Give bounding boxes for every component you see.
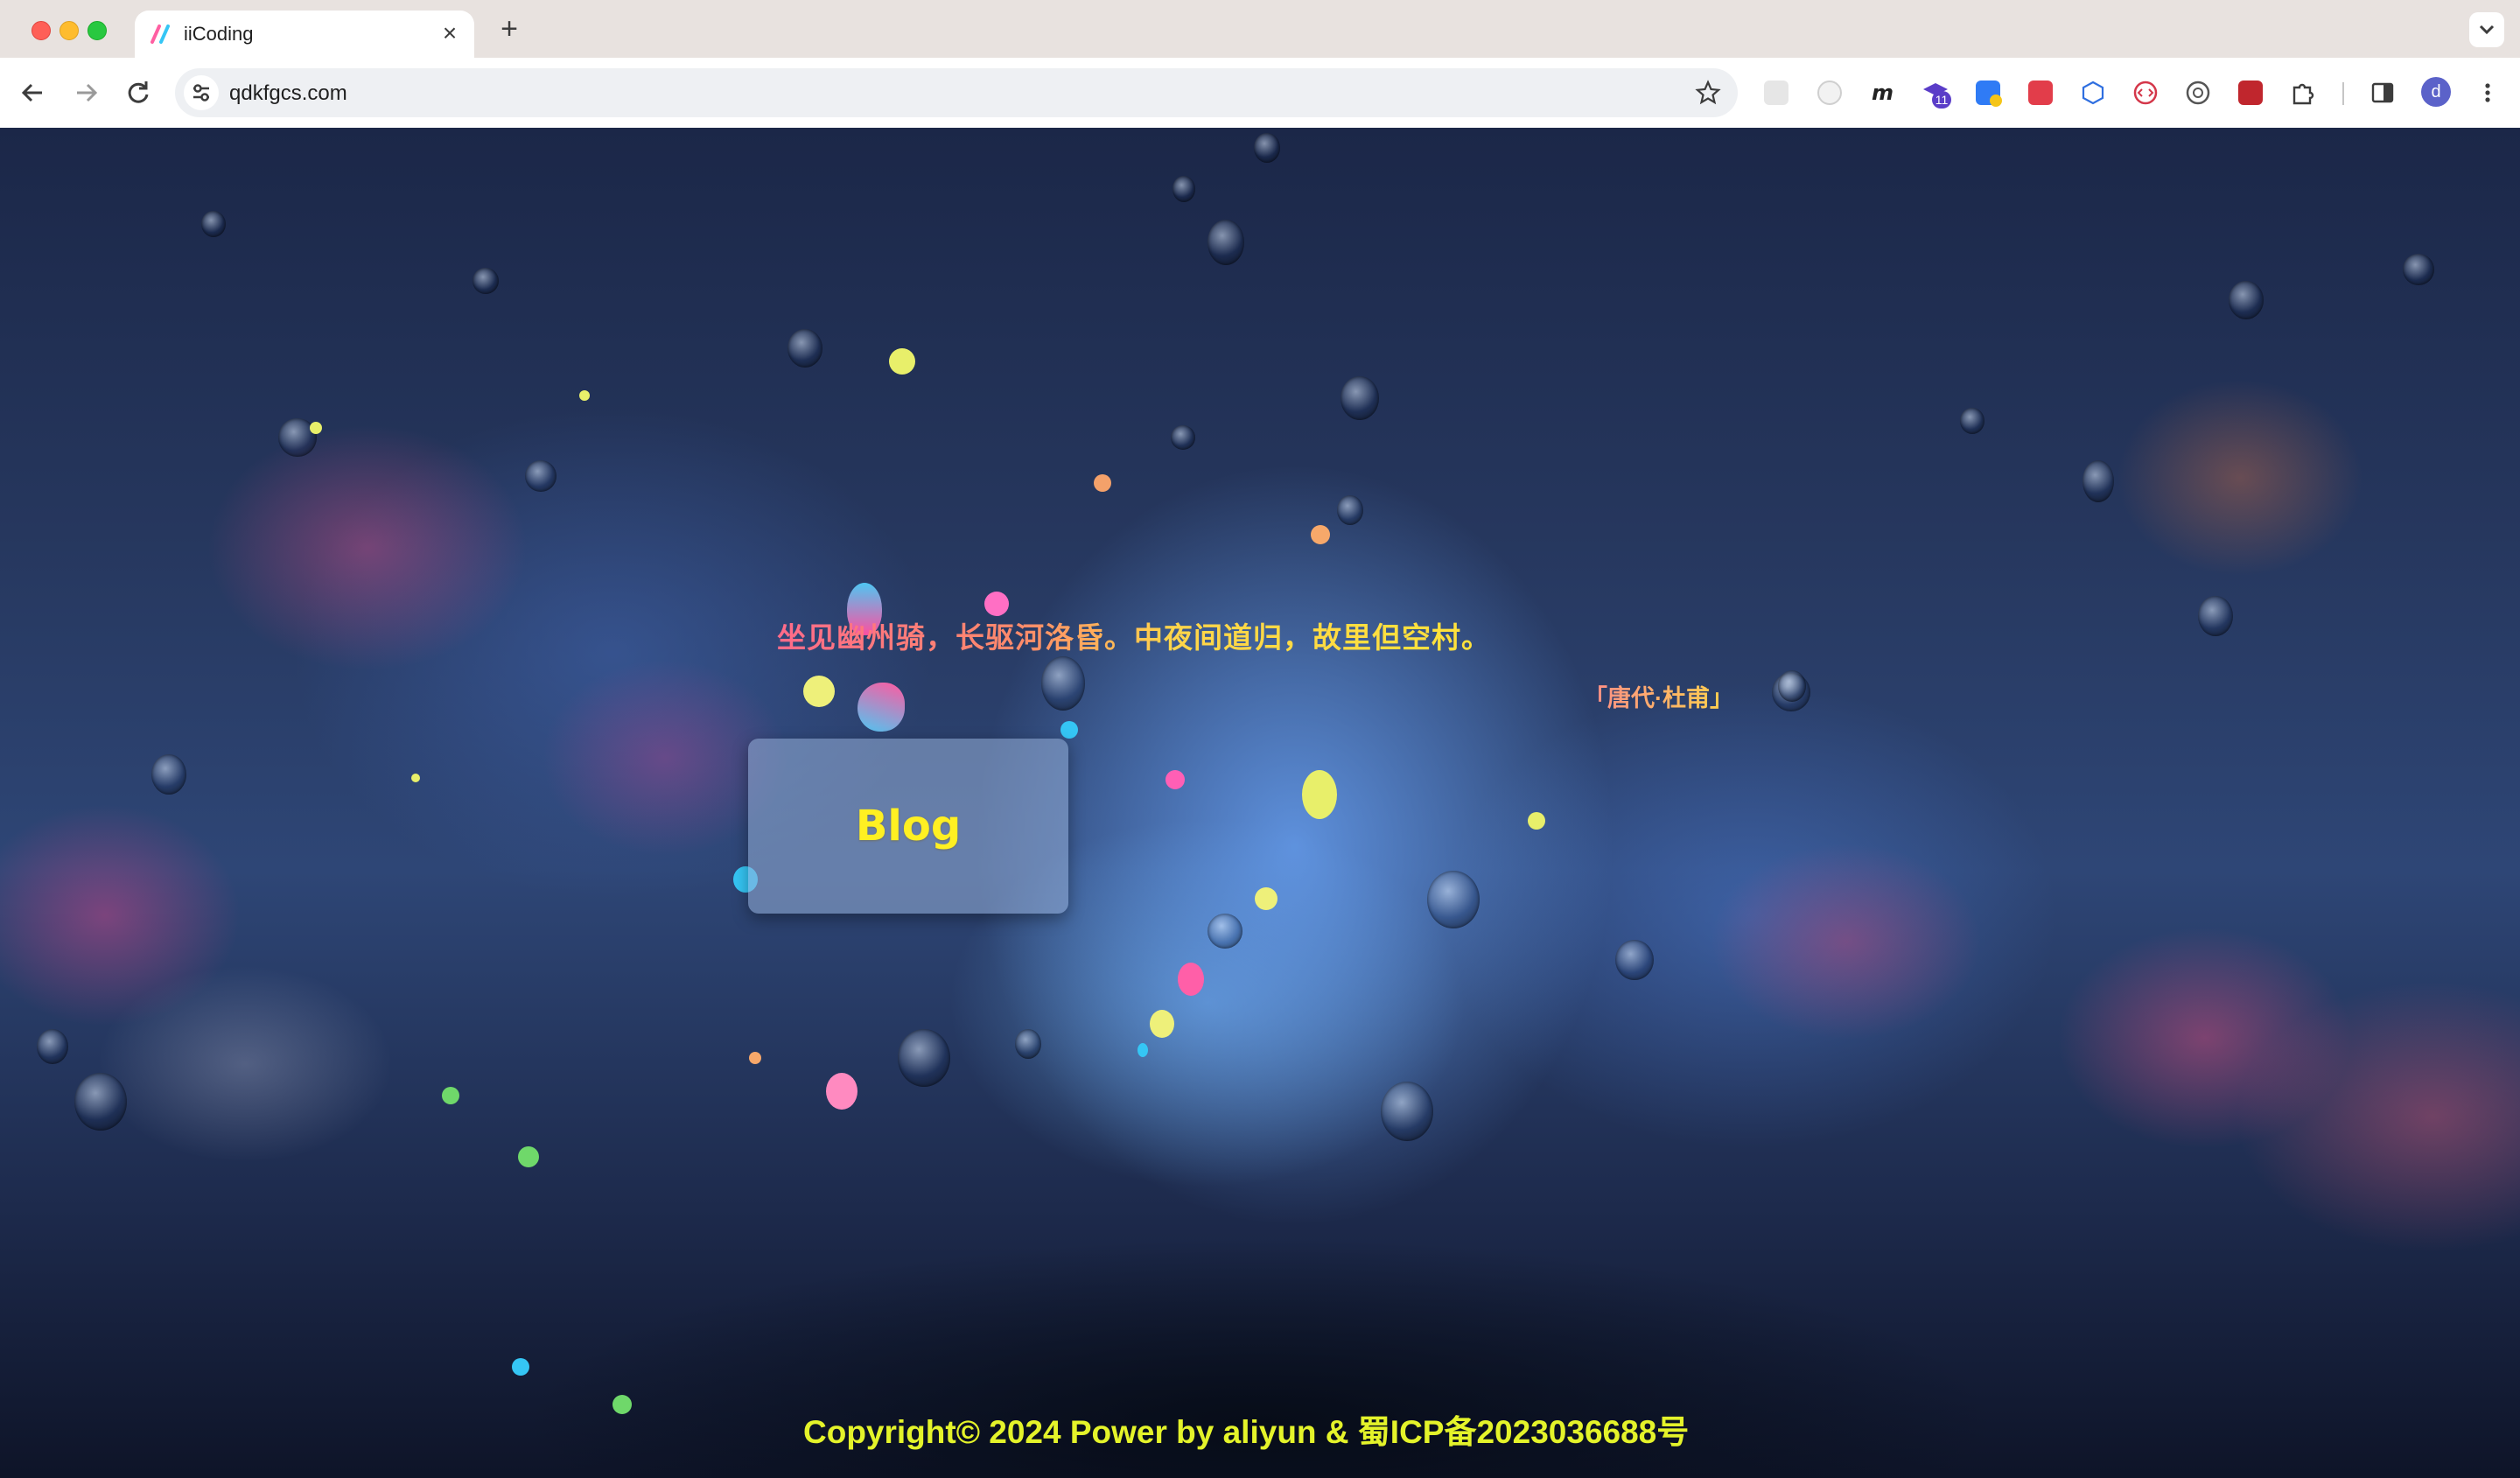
particle-dot — [984, 592, 1009, 616]
particle-dot — [1178, 963, 1204, 996]
particle-dot — [1311, 525, 1330, 544]
site-info-button[interactable] — [184, 75, 219, 110]
copyright-footer[interactable]: Copyright© 2024 Power by aliyun & 蜀ICP备2… — [803, 1405, 1689, 1453]
rain-drop — [1172, 176, 1195, 202]
reload-icon[interactable] — [121, 75, 156, 110]
rain-drop — [2198, 596, 2233, 636]
cube-extension-icon[interactable] — [2079, 79, 2107, 107]
particle-dot — [612, 1395, 632, 1414]
tab-title: iiCoding — [184, 23, 254, 45]
toolbar-separator — [2342, 82, 2344, 105]
rain-drop — [1615, 940, 1654, 980]
rain-drop — [472, 268, 499, 294]
qr-extension-icon[interactable] — [1762, 79, 1790, 107]
side-panel-icon[interactable] — [2369, 79, 2397, 107]
rain-drop — [1340, 376, 1379, 420]
blog-link-card[interactable]: Blog — [748, 739, 1068, 914]
particle-dot — [310, 422, 322, 434]
rain-drop — [1427, 871, 1480, 928]
blog-label: Blog — [855, 802, 962, 851]
rain-drop — [1381, 1082, 1433, 1141]
rain-drop — [1208, 220, 1244, 265]
particle-dot — [749, 1052, 761, 1064]
svg-text:m: m — [1872, 81, 1894, 105]
rain-drop — [37, 1029, 68, 1064]
site-favicon-icon — [150, 25, 170, 44]
particle-dot — [1138, 1043, 1148, 1057]
browser-tab-active[interactable]: iiCoding × — [135, 11, 474, 58]
js-extension-icon[interactable] — [2236, 79, 2264, 107]
particle-dot — [518, 1146, 539, 1167]
particle-dot — [889, 348, 915, 375]
more-menu-icon[interactable] — [2474, 79, 2502, 107]
tab-close-icon[interactable]: × — [436, 19, 464, 47]
particle-dot — [512, 1358, 529, 1376]
code-extension-icon[interactable] — [2132, 79, 2160, 107]
particle-dot — [442, 1087, 459, 1104]
particle-dot — [411, 774, 420, 782]
particle-dot — [826, 1073, 858, 1110]
forward-arrow-icon[interactable] — [68, 75, 103, 110]
rain-drop — [1254, 133, 1280, 163]
poem-line: 坐见幽州骑，长驱河洛昏。中夜间道归，故里但空村。 — [777, 614, 1491, 656]
address-bar[interactable]: qdkfgcs.com — [175, 68, 1738, 117]
rain-drop — [788, 329, 822, 368]
translate-extension-icon[interactable] — [1974, 79, 2002, 107]
rain-drop — [525, 460, 556, 492]
url-text[interactable]: qdkfgcs.com — [229, 81, 347, 106]
particle-dot — [1166, 770, 1185, 789]
particle-dot — [1255, 887, 1278, 910]
red-blocks-extension-icon[interactable] — [2026, 79, 2054, 107]
particle-dot — [1060, 721, 1078, 739]
particle-dot — [858, 683, 905, 732]
particle-dot — [1094, 474, 1111, 492]
window-zoom-button[interactable] — [88, 21, 107, 40]
rain-drop — [1041, 656, 1085, 711]
page-viewport: 坐见幽州骑，长驱河洛昏。中夜间道归，故里但空村。 「唐代·杜甫」 Blog Co… — [0, 128, 2520, 1478]
panda-extension-icon[interactable] — [1816, 79, 1844, 107]
m-extension-icon[interactable]: m — [1868, 79, 1896, 107]
rain-drop — [1778, 670, 1806, 702]
rain-drop — [151, 754, 186, 795]
rain-drop — [201, 211, 226, 237]
chevron-down-icon — [2479, 25, 2495, 35]
profile-avatar[interactable]: d — [2421, 77, 2451, 107]
extension-badge: 11 — [1932, 91, 1951, 109]
rain-drop — [2082, 460, 2114, 502]
rain-drop — [1171, 425, 1195, 450]
poem-author: 「唐代·杜甫」 — [1584, 679, 1733, 713]
tab-search-button[interactable] — [2469, 12, 2504, 47]
rain-drop — [898, 1029, 950, 1087]
particle-dot — [579, 390, 590, 401]
particle-dot — [1528, 812, 1545, 830]
rain-drop — [1337, 495, 1363, 525]
graduation-cap-extension-icon[interactable]: 11 — [1922, 79, 1951, 109]
rain-drop — [2403, 254, 2434, 285]
browser-toolbar: qdkfgcs.com m 11 d — [0, 58, 2520, 129]
particle-dot — [803, 676, 835, 707]
tune-icon — [193, 84, 209, 102]
browser-tabstrip: iiCoding × + — [0, 0, 2520, 58]
new-tab-button[interactable]: + — [492, 12, 527, 47]
puzzle-extensions-icon[interactable] — [2289, 79, 2317, 107]
rain-drop — [1208, 914, 1242, 949]
back-arrow-icon[interactable] — [16, 75, 51, 110]
rain-drop — [1015, 1029, 1041, 1059]
window-close-button[interactable] — [32, 21, 51, 40]
particle-dot — [1302, 770, 1337, 819]
particle-dot — [1150, 1010, 1174, 1038]
rain-drop — [1960, 408, 1984, 434]
window-minimize-button[interactable] — [60, 21, 79, 40]
seal-extension-icon[interactable] — [2184, 79, 2212, 107]
rain-drop — [74, 1073, 127, 1131]
bookmark-star-icon[interactable] — [1694, 79, 1722, 107]
rain-drop — [2229, 281, 2264, 319]
